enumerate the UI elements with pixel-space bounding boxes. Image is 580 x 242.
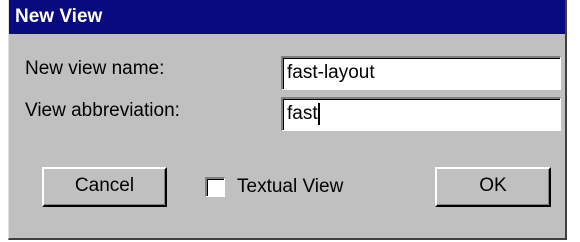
cancel-button[interactable]: Cancel xyxy=(42,167,167,207)
textual-view-checkbox[interactable] xyxy=(205,177,225,197)
abbreviation-input[interactable]: fast xyxy=(281,97,561,131)
abbreviation-label: View abbreviation: xyxy=(25,100,180,121)
textual-view-checkbox-group[interactable]: Textual View xyxy=(205,176,343,198)
abbreviation-value: fast xyxy=(287,103,318,124)
ok-button[interactable]: OK xyxy=(435,167,551,207)
view-name-input[interactable]: fast-layout xyxy=(281,56,561,90)
dialog-title: New View xyxy=(9,0,565,34)
view-name-label: New view name: xyxy=(25,58,165,79)
view-name-value: fast-layout xyxy=(287,62,375,83)
new-view-dialog: New View New view name: fast-layout View… xyxy=(8,0,567,240)
text-caret xyxy=(317,102,320,125)
textual-view-label[interactable]: Textual View xyxy=(237,176,343,198)
